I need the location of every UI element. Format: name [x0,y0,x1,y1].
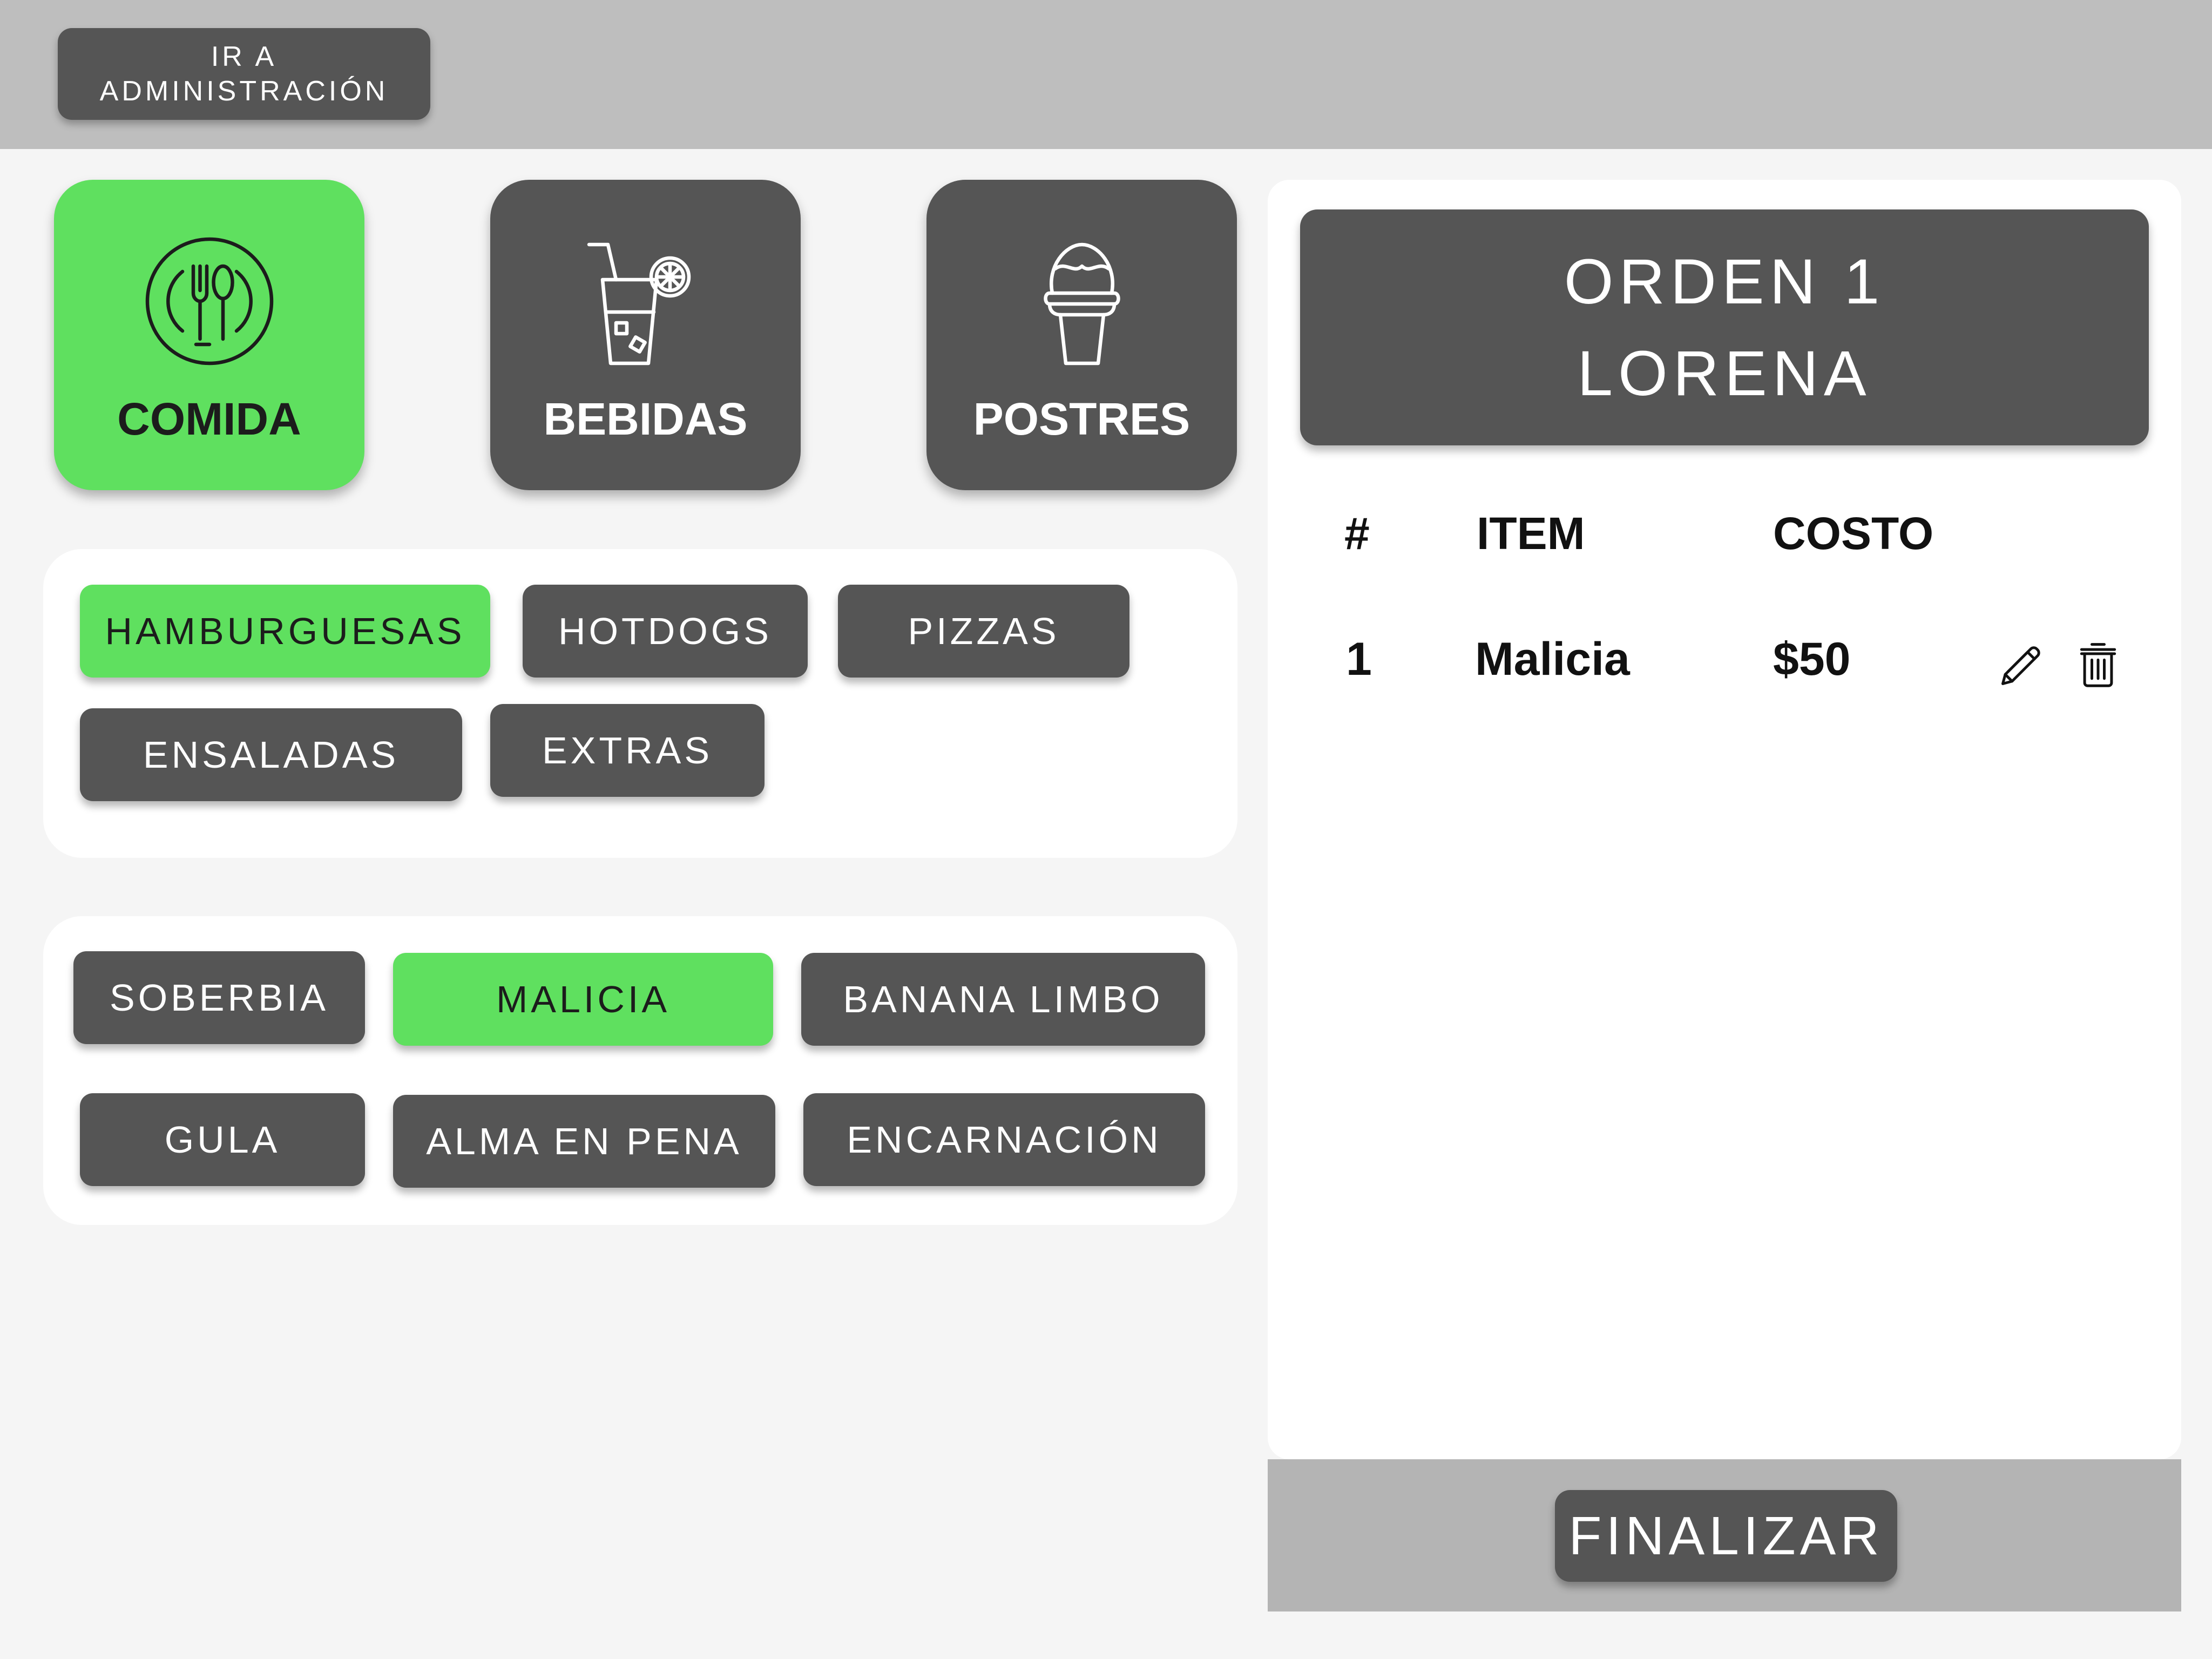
subcategory-hotdogs-button[interactable]: HOTDOGS [523,585,808,678]
order-row-item: Malicia [1475,633,1630,685]
order-row-number: 1 [1346,633,1372,685]
column-header-cost: COSTO [1773,508,1934,559]
product-label: MALICIA [496,978,671,1020]
ice-cream-icon [1043,242,1120,365]
column-header-number: # [1344,508,1370,559]
category-label: COMIDA [117,394,301,444]
product-encarnacion-button[interactable]: ENCARNACIÓN [803,1093,1205,1186]
category-comida-button[interactable]: COMIDA [54,180,364,490]
order-row-cost: $50 [1773,633,1851,685]
subcategory-label: EXTRAS [542,729,713,771]
finalize-button[interactable]: FINALIZAR [1555,1490,1897,1582]
finalize-label: FINALIZAR [1568,1505,1884,1566]
product-label: BANANA LIMBO [843,978,1164,1020]
go-to-admin-button[interactable]: IR A ADMINISTRACIÓN [58,28,430,120]
trash-icon[interactable] [2076,639,2120,689]
product-label: SOBERBIA [110,977,329,1019]
product-banana-limbo-button[interactable]: BANANA LIMBO [801,953,1205,1046]
column-header-item: ITEM [1477,508,1585,559]
subcategory-ensaladas-button[interactable]: ENSALADAS [80,708,462,801]
subcategory-pizzas-button[interactable]: PIZZAS [838,585,1129,678]
category-label: POSTRES [973,394,1190,444]
utensils-icon [145,237,273,365]
order-customer: LORENA [1577,337,1872,409]
pencil-icon[interactable] [1997,640,2046,690]
product-alma-en-pena-button[interactable]: ALMA EN PENA [393,1095,775,1188]
subcategory-label: HAMBURGUESAS [105,610,465,652]
category-label: BEBIDAS [543,394,748,444]
order-title: ORDEN 1 [1564,246,1885,317]
product-label: ENCARNACIÓN [847,1119,1162,1161]
subcategory-hamburguesas-button[interactable]: HAMBURGUESAS [80,585,490,678]
product-malicia-button[interactable]: MALICIA [393,953,773,1046]
drink-icon [587,242,691,365]
subcategory-label: ENSALADAS [143,734,400,776]
product-gula-button[interactable]: GULA [80,1093,365,1186]
admin-button-line1: IR A [211,41,278,72]
admin-button-line2: ADMINISTRACIÓN [99,76,389,107]
subcategory-label: HOTDOGS [558,610,772,652]
order-header: ORDEN 1 LORENA [1300,209,2149,445]
category-postres-button[interactable]: POSTRES [926,180,1237,490]
category-bebidas-button[interactable]: BEBIDAS [490,180,801,490]
subcategory-extras-button[interactable]: EXTRAS [490,704,765,797]
product-soberbia-button[interactable]: SOBERBIA [73,951,365,1044]
product-label: ALMA EN PENA [426,1120,742,1162]
subcategory-label: PIZZAS [908,610,1060,652]
product-label: GULA [164,1119,281,1161]
